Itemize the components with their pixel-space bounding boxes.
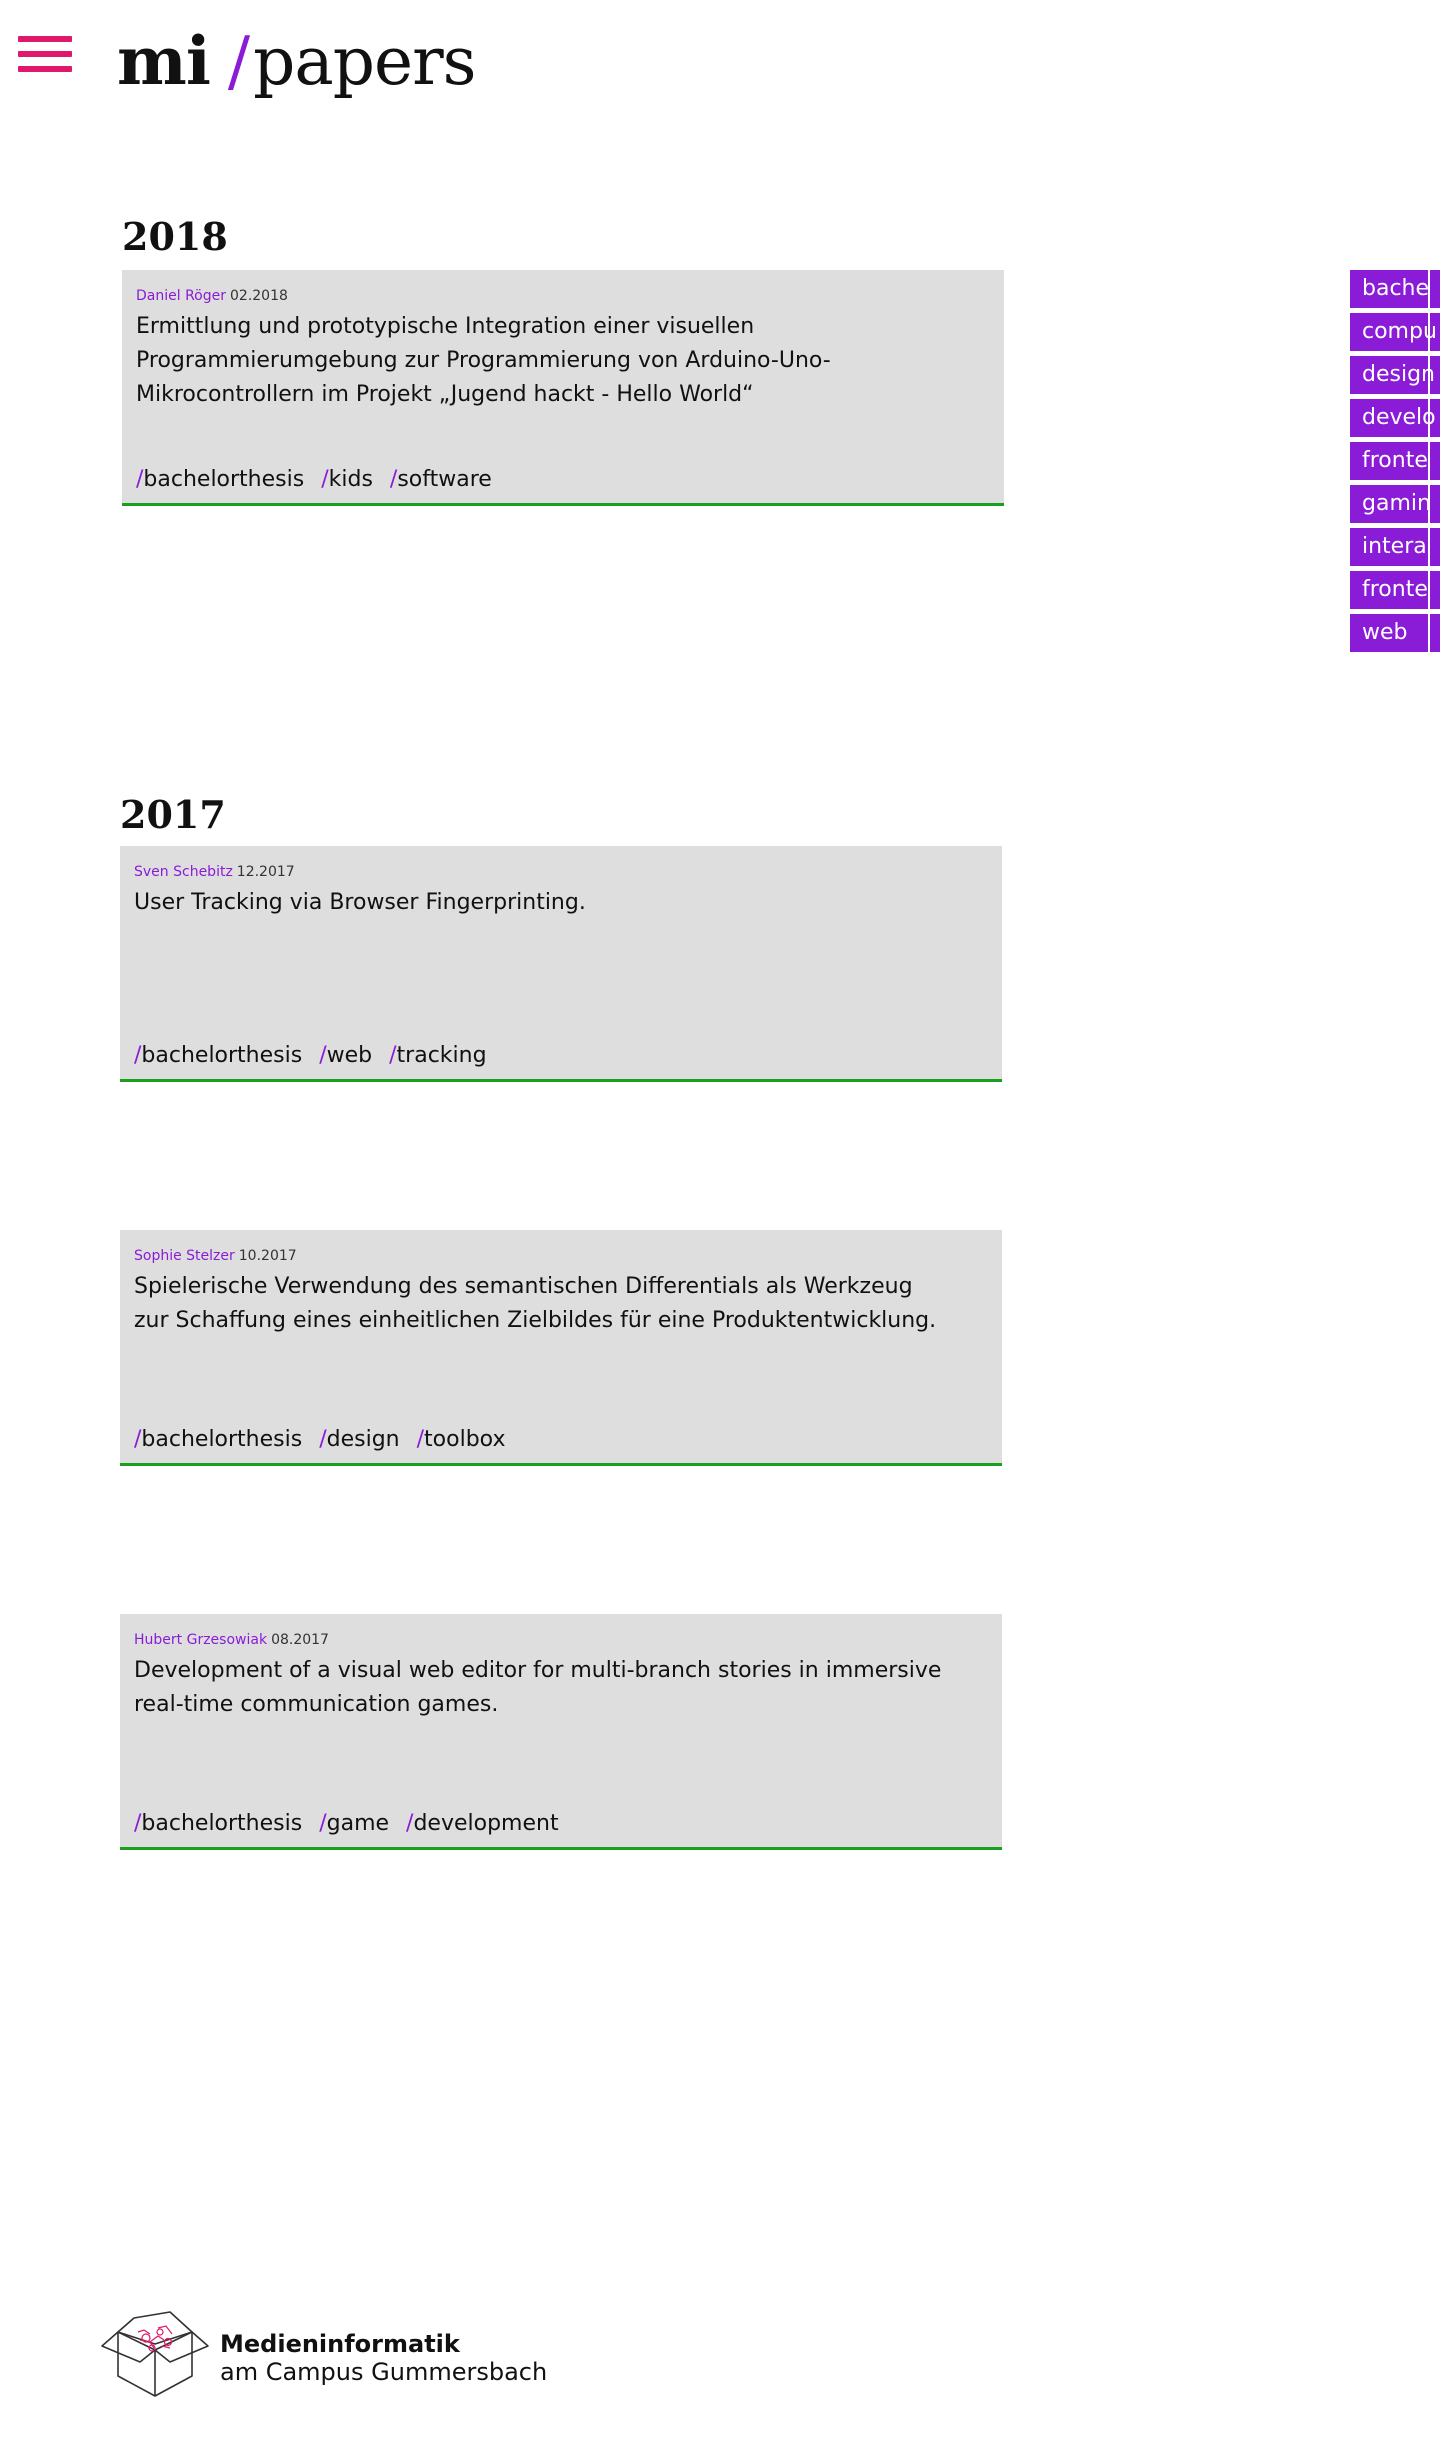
filter-tag-frontend-2[interactable]: fronte [1350,571,1440,609]
paper-author[interactable]: Hubert Grzesowiak [134,1632,267,1648]
tag-link[interactable]: /development [406,1811,559,1836]
filter-tag-bachelorthesis[interactable]: bache [1350,270,1440,308]
paper-card[interactable]: Daniel Röger 02.2018 Ermittlung und proto… [122,270,1004,506]
filter-tag-development[interactable]: develo [1350,399,1440,437]
paper-title[interactable]: Development of a visual web editor for m… [134,1654,954,1722]
paper-card[interactable]: Hubert Grzesowiak 08.2017 Development of … [120,1614,1002,1850]
paper-author[interactable]: Sven Schebitz [134,864,233,880]
site-logo[interactable]: mi/papers [117,16,477,107]
filter-tag-frontend[interactable]: fronte [1350,442,1440,480]
paper-tags: /bachelorthesis /design /toolbox [134,1423,515,1457]
tag-link[interactable]: /bachelorthesis [134,1043,302,1068]
tag-link[interactable]: /software [390,467,492,492]
tag-link[interactable]: /toolbox [417,1427,506,1452]
tag-link[interactable]: /web [319,1043,372,1068]
paper-date: 12.2017 [236,864,295,880]
tag-link[interactable]: /bachelorthesis [134,1811,302,1836]
paper-meta: Sven Schebitz 12.2017 [134,862,295,882]
year-heading: 2017 [120,792,226,837]
tag-filter-sidebar: bache compu design develo fronte gamin i… [1350,270,1440,657]
year-heading: 2018 [122,214,228,259]
paper-meta: Sophie Stelzer 10.2017 [134,1246,297,1266]
footer-line-1: Medieninformatik [220,2330,460,2358]
paper-meta: Daniel Röger 02.2018 [136,286,288,306]
tag-link[interactable]: /tracking [389,1043,486,1068]
paper-tags: /bachelorthesis /game /development [134,1807,569,1841]
filter-tag-computer[interactable]: compu [1350,313,1440,351]
paper-meta: Hubert Grzesowiak 08.2017 [134,1630,329,1650]
tag-link[interactable]: /bachelorthesis [134,1427,302,1452]
paper-tags: /bachelorthesis /web /tracking [134,1039,497,1073]
filter-tag-web[interactable]: web [1350,614,1440,652]
paper-title[interactable]: User Tracking via Browser Fingerprinting… [134,886,954,920]
paper-date: 08.2017 [271,1632,329,1648]
paper-card[interactable]: Sven Schebitz 12.2017 User Tracking via B… [120,846,1002,1082]
box-logo-icon [101,2311,209,2397]
hamburger-menu-icon[interactable] [18,36,72,78]
logo-slash: / [227,23,250,100]
tag-link[interactable]: /game [319,1811,389,1836]
paper-date: 02.2018 [230,288,288,304]
tag-link[interactable]: /bachelorthesis [136,467,304,492]
paper-author[interactable]: Sophie Stelzer [134,1248,235,1264]
filter-tag-gaming[interactable]: gamin [1350,485,1440,523]
filter-tag-design[interactable]: design [1350,356,1440,394]
footer-line-2: am Campus Gummersbach [220,2358,548,2386]
filter-tag-interaction[interactable]: intera [1350,528,1440,566]
logo-mi: mi [117,22,211,100]
paper-title[interactable]: Ermittlung und prototypische Integration… [136,310,956,412]
logo-papers: papers [253,23,476,100]
paper-card[interactable]: Sophie Stelzer 10.2017 Spielerische Verwe… [120,1230,1002,1466]
paper-date: 10.2017 [238,1248,297,1264]
paper-tags: /bachelorthesis /kids /software [136,463,502,497]
tag-link[interactable]: /kids [321,467,373,492]
paper-title[interactable]: Spielerische Verwendung des semantischen… [134,1270,954,1338]
paper-author[interactable]: Daniel Röger [136,288,226,304]
tag-link[interactable]: /design [319,1427,399,1452]
footer-org-name[interactable]: Medieninformatik am Campus Gummersbach [220,2330,547,2386]
